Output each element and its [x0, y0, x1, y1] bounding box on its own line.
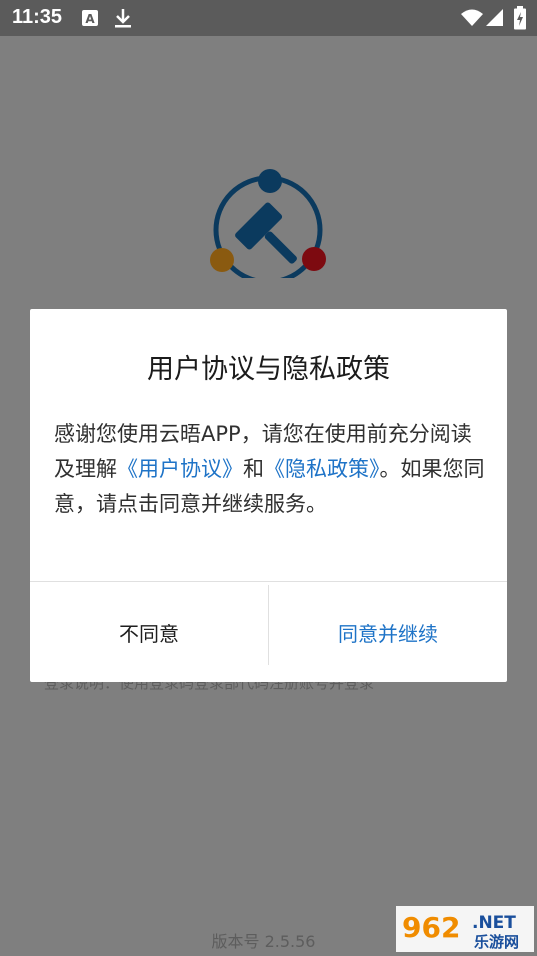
agree-continue-button[interactable]: 同意并继续 — [269, 582, 507, 682]
user-agreement-link[interactable]: 《用户协议》 — [117, 457, 243, 481]
app-logo — [205, 168, 330, 285]
signal-icon — [486, 8, 504, 31]
notification-a-icon: A — [82, 10, 98, 30]
privacy-policy-link[interactable]: 《隐私政策》 — [264, 457, 380, 481]
disagree-button[interactable]: 不同意 — [30, 582, 268, 682]
battery-icon — [513, 6, 527, 34]
download-icon — [114, 8, 132, 32]
status-bar: 11:35 A — [0, 0, 537, 36]
privacy-dialog: 用户协议与隐私政策 感谢您使用云晤APP，请您在使用前充分阅读及理解《用户协议》… — [30, 309, 507, 682]
dialog-body-and: 和 — [243, 457, 264, 481]
dialog-title: 用户协议与隐私政策 — [147, 354, 390, 385]
watermark-number: 962 — [402, 911, 460, 944]
watermark-logo: 962 .NET 乐游网 — [396, 906, 534, 952]
watermark-name: 乐游网 — [474, 933, 519, 951]
dialog-body: 感谢您使用云晤APP，请您在使用前充分阅读及理解《用户协议》和《隐私政策》。如果… — [54, 417, 490, 522]
svg-text:A: A — [85, 12, 95, 26]
wifi-icon — [461, 9, 483, 31]
status-time: 11:35 — [12, 6, 63, 28]
watermark-suffix: .NET — [472, 913, 516, 933]
